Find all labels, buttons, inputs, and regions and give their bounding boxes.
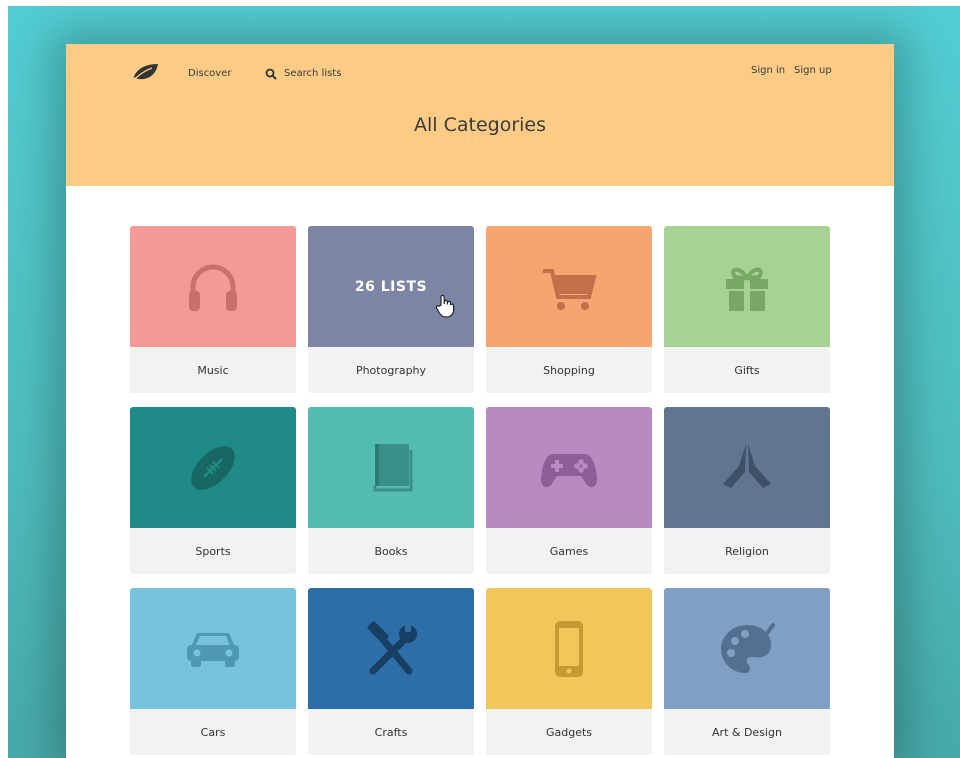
category-card-art-design[interactable]: Art & Design [664, 588, 830, 755]
list-count-label: 26 LISTS [354, 278, 428, 295]
tools-icon [367, 621, 417, 674]
card-label: Crafts [308, 709, 474, 755]
search-lists-link[interactable]: Search lists [284, 68, 341, 80]
card-label: Religion [664, 528, 830, 574]
card-image [130, 407, 296, 528]
category-card-shopping[interactable]: Shopping [486, 226, 652, 393]
page-window: Discover Search lists Sign in Sign up Al… [66, 44, 894, 758]
gift-icon [726, 267, 768, 311]
sign-in-link[interactable]: Sign in [751, 65, 785, 77]
category-card-sports[interactable]: Sports [130, 407, 296, 574]
category-card-gifts[interactable]: Gifts [664, 226, 830, 393]
leaf-logo-icon[interactable] [130, 61, 160, 83]
card-label: Photography [308, 347, 474, 393]
category-grid: Music 26 LISTS Photography Shopping Gift… [130, 226, 830, 755]
card-label: Shopping [486, 347, 652, 393]
card-image [308, 407, 474, 528]
card-image [664, 407, 830, 528]
category-card-crafts[interactable]: Crafts [308, 588, 474, 755]
praying-hands-icon [723, 443, 771, 488]
card-label: Books [308, 528, 474, 574]
card-label: Cars [130, 709, 296, 755]
category-card-books[interactable]: Books [308, 407, 474, 574]
card-label: Games [486, 528, 652, 574]
page-title: All Categories [413, 114, 546, 136]
hand-cursor-icon [435, 294, 455, 318]
card-image [486, 226, 652, 347]
category-card-photography[interactable]: 26 LISTS Photography [308, 226, 474, 393]
car-icon [187, 632, 239, 667]
category-card-games[interactable]: Games [486, 407, 652, 574]
card-image [664, 588, 830, 709]
book-icon [373, 443, 413, 491]
card-image [130, 226, 296, 347]
card-image [486, 588, 652, 709]
palette-icon [721, 622, 775, 673]
phone-icon [555, 620, 583, 677]
card-label: Gadgets [486, 709, 652, 755]
card-image [664, 226, 830, 347]
category-card-religion[interactable]: Religion [664, 407, 830, 574]
card-image: 26 LISTS [308, 226, 474, 347]
search-icon[interactable] [265, 68, 277, 80]
nav-discover-link[interactable]: Discover [188, 68, 232, 80]
card-label: Sports [130, 528, 296, 574]
sign-up-link[interactable]: Sign up [794, 65, 832, 77]
category-card-cars[interactable]: Cars [130, 588, 296, 755]
football-icon [191, 445, 235, 490]
category-card-music[interactable]: Music [130, 226, 296, 393]
cart-icon [543, 268, 597, 310]
card-label: Gifts [664, 347, 830, 393]
header: Discover Search lists Sign in Sign up Al… [66, 44, 894, 186]
category-card-gadgets[interactable]: Gadgets [486, 588, 652, 755]
card-label: Art & Design [664, 709, 830, 755]
card-image [486, 407, 652, 528]
gamepad-icon [541, 453, 597, 487]
card-label: Music [130, 347, 296, 393]
headphones-icon [189, 264, 237, 311]
card-image [308, 588, 474, 709]
card-image [130, 588, 296, 709]
